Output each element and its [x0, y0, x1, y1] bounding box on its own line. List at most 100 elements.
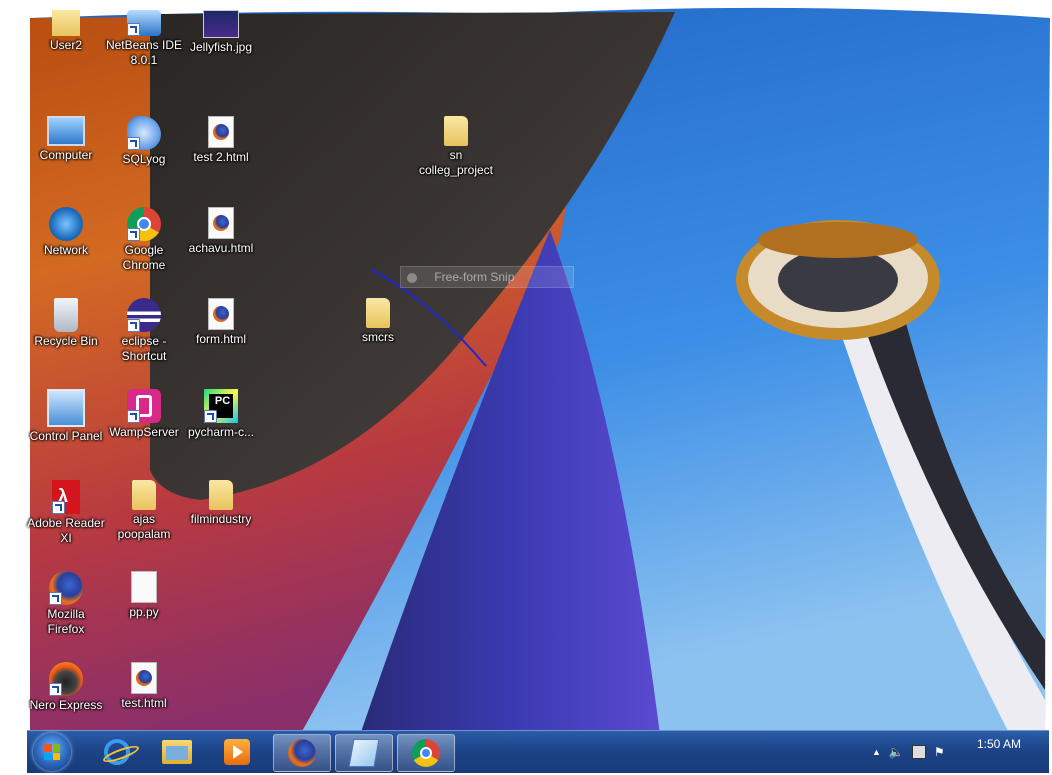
- desktop-icon-sn-colleg-project[interactable]: sn colleg_project: [417, 116, 495, 178]
- desktop-icon-control-panel[interactable]: Control Panel: [27, 389, 105, 444]
- desktop-icon-label: Computer: [39, 148, 93, 162]
- desktop-icon-google-chrome[interactable]: Google Chrome: [105, 207, 183, 273]
- desktop-icon-user2[interactable]: User2: [27, 10, 105, 53]
- desktop-icon-pycharm-c[interactable]: PC pycharm-c...: [182, 389, 260, 440]
- shortcut-arrow-icon: [127, 410, 140, 423]
- taskbar-firefox-button[interactable]: [273, 734, 331, 772]
- desktop-icon-label: Adobe Reader XI: [27, 516, 105, 545]
- folder-icon: [366, 298, 390, 328]
- windows-explorer-icon: [162, 740, 192, 764]
- desktop-icon-label: achavu.html: [188, 241, 254, 255]
- desktop-icon-eclipse-shortcut[interactable]: eclipse - Shortcut: [105, 298, 183, 364]
- snip-mode-label: Free-form Snip: [434, 270, 515, 284]
- desktop-icon-achavu-html[interactable]: achavu.html: [182, 207, 260, 256]
- shortcut-arrow-icon: [52, 501, 65, 514]
- desktop-icon-smcrs[interactable]: smcrs: [339, 298, 417, 345]
- sqlyog-icon: [127, 116, 161, 150]
- desktop-icon-label: User2: [49, 38, 82, 52]
- desktop-icon-label: pp.py: [129, 605, 159, 619]
- desktop-icon-label: Control Panel: [29, 429, 103, 443]
- pycharm-icon: PC: [204, 389, 238, 423]
- desktop-icon-label: eclipse - Shortcut: [121, 334, 167, 363]
- desktop-icon-label: form.html: [195, 332, 246, 346]
- folder-icon: [209, 480, 233, 510]
- desktop-icon-label: Mozilla Firefox: [47, 607, 85, 636]
- action-center-flag-icon[interactable]: ⚑: [934, 745, 945, 759]
- folder-icon: [132, 480, 156, 510]
- taskbar-windows-explorer-button[interactable]: [149, 734, 205, 770]
- desktop-icon-ajas-poopalam[interactable]: ajas poopalam: [105, 480, 183, 542]
- desktop-icon-adobe-reader-xi[interactable]: λ Adobe Reader XI: [27, 480, 105, 546]
- firefox-html-file-icon: [131, 662, 157, 694]
- taskbar-snipping-tool-button[interactable]: [335, 734, 393, 772]
- firefox-html-file-icon: [208, 207, 234, 239]
- folder-icon: [444, 116, 468, 146]
- system-tray: ▲ 🔈 ⚑: [872, 743, 945, 761]
- snipping-tool-icon: [348, 739, 380, 767]
- desktop-icon-label: test.html: [121, 696, 167, 710]
- adobe-reader-icon: λ: [52, 480, 80, 514]
- blank-file-icon: [131, 571, 157, 603]
- desktop-icon-label: WampServer: [109, 425, 179, 439]
- taskbar-media-player-button[interactable]: [209, 734, 265, 770]
- desktop-icon-label: smcrs: [362, 330, 394, 344]
- desktop-icon-label: filmindustry: [190, 512, 252, 526]
- desktop-icon-test-2-html[interactable]: test 2.html: [182, 116, 260, 165]
- desktop-icon-form-html[interactable]: form.html: [182, 298, 260, 347]
- netbeans-icon: [127, 10, 161, 36]
- windows-logo-icon: [44, 744, 60, 760]
- desktop-icon-label: ajas poopalam: [117, 512, 171, 541]
- desktop-icon-label: Network: [43, 243, 88, 257]
- desktop-icon-recycle-bin[interactable]: Recycle Bin: [27, 298, 105, 349]
- network-status-icon[interactable]: [911, 745, 926, 759]
- shortcut-arrow-icon: [127, 319, 140, 332]
- desktop-icon-label: NetBeans IDE 8.0.1: [105, 38, 183, 67]
- taskbar-clock[interactable]: 1:50 AM: [977, 737, 1021, 751]
- desktop-icon-jellyfish-jpg[interactable]: Jellyfish.jpg: [182, 10, 260, 55]
- control-panel-icon: [47, 389, 85, 427]
- start-button[interactable]: [33, 733, 71, 771]
- desktop-icon-label: Google Chrome: [122, 243, 166, 272]
- desktop-icon-label: Nero Express: [29, 698, 103, 712]
- desktop-icon-netbeans-ide-8-0-1[interactable]: NetBeans IDE 8.0.1: [105, 10, 183, 68]
- firefox-icon: [49, 571, 83, 605]
- firefox-html-file-icon: [208, 298, 234, 330]
- shortcut-arrow-icon: [127, 23, 140, 36]
- shortcut-arrow-icon: [127, 228, 140, 241]
- volume-icon[interactable]: 🔈: [889, 745, 904, 759]
- desktop-icon-label: SQLyog: [122, 152, 166, 166]
- desktop-icon-network[interactable]: Network: [27, 207, 105, 258]
- shortcut-arrow-icon: [49, 683, 62, 696]
- chrome-icon: [412, 739, 440, 767]
- desktop-icon-computer[interactable]: Computer: [27, 116, 105, 163]
- user-folder-icon: [52, 10, 80, 36]
- taskbar-chrome-button[interactable]: [397, 734, 455, 772]
- wampserver-icon: [127, 389, 161, 423]
- desktop-icon-sqlyog[interactable]: SQLyog: [105, 116, 183, 167]
- desktop-icon-label: test 2.html: [193, 150, 249, 164]
- desktop-icon-wampserver[interactable]: WampServer: [105, 389, 183, 440]
- desktop-icon-test-html[interactable]: test.html: [105, 662, 183, 711]
- desktop-icon-filmindustry[interactable]: filmindustry: [182, 480, 260, 527]
- shortcut-arrow-icon: [204, 410, 217, 423]
- taskbar: ▲ 🔈 ⚑ 1:50 AM: [27, 730, 1049, 773]
- snip-icon: [407, 272, 417, 283]
- eclipse-icon: [127, 298, 161, 332]
- nero-icon: [49, 662, 83, 696]
- firefox-html-file-icon: [208, 116, 234, 148]
- shortcut-arrow-icon: [49, 592, 62, 605]
- desktop-icon-label: sn colleg_project: [418, 148, 494, 177]
- show-hidden-icons-icon[interactable]: ▲: [872, 747, 881, 757]
- desktop-icon-mozilla-firefox[interactable]: Mozilla Firefox: [27, 571, 105, 637]
- chrome-icon: [127, 207, 161, 241]
- desktop-icon-nero-express[interactable]: Nero Express: [27, 662, 105, 713]
- recycle-bin-icon: [54, 298, 78, 332]
- desktop-icon-label: Recycle Bin: [34, 334, 98, 348]
- desktop-icon-label: Jellyfish.jpg: [189, 40, 253, 54]
- image-file-icon: [203, 10, 239, 38]
- network-icon: [49, 207, 83, 241]
- firefox-icon: [288, 739, 316, 767]
- desktop-icon-pp-py[interactable]: pp.py: [105, 571, 183, 620]
- internet-explorer-icon: [101, 739, 141, 766]
- taskbar-internet-explorer-button[interactable]: [89, 734, 145, 770]
